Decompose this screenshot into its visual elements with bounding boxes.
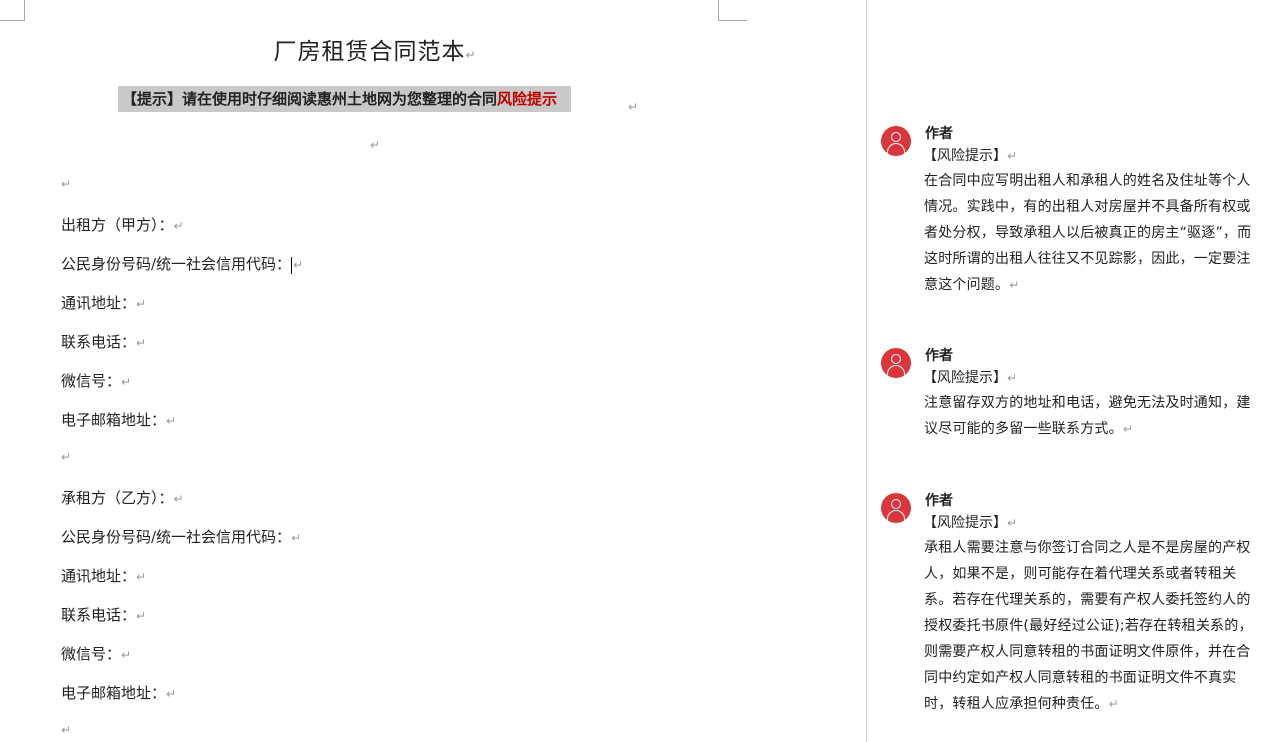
party-a-heading[interactable]: 出租方（甲方）：↵	[61, 214, 184, 235]
paragraph-mark: ↵	[628, 100, 639, 114]
notice-banner[interactable]: 【提示】请在使用时仔细阅读惠州土地网为您整理的合同风险提示	[118, 86, 572, 112]
text-cursor	[291, 256, 293, 274]
comments-pane: 作者 【风险提示】↵ 在合同中应写明出租人和承租人的姓名及住址等个人情况。实践中…	[866, 0, 1267, 742]
comment-body: 承租人需要注意与你签订合同之人是不是房屋的产权人，如果不是，则可能存在着代理关系…	[924, 540, 1253, 712]
party-b-email-field[interactable]: 电子邮箱地址：↵	[61, 682, 176, 703]
comment-tag: 【风险提示】↵	[923, 370, 1018, 386]
party-b-heading[interactable]: 承租方（乙方）：↵	[61, 487, 184, 508]
party-a-address-field[interactable]: 通讯地址：↵	[61, 292, 146, 313]
paragraph-mark: ↵	[61, 177, 72, 191]
party-a-email-field[interactable]: 电子邮箱地址：↵	[61, 409, 176, 430]
page-corner-mark-left	[0, 0, 25, 21]
comment-author: 作者	[925, 493, 953, 509]
party-b-wechat-field[interactable]: 微信号：↵	[61, 643, 131, 664]
party-a-id-code-field[interactable]: 公民身份号码/统一社会信用代码： ↵	[61, 253, 303, 274]
paragraph-mark: ↵	[370, 138, 381, 152]
comment-tag: 【风险提示】↵	[923, 515, 1018, 531]
user-avatar-icon	[881, 493, 911, 523]
party-a-wechat-field[interactable]: 微信号：↵	[61, 370, 131, 391]
party-a-phone-field[interactable]: 联系电话：↵	[61, 331, 146, 352]
party-b-address-field[interactable]: 通讯地址：↵	[61, 565, 146, 586]
party-b-id-code-field[interactable]: 公民身份号码/统一社会信用代码：↵	[61, 526, 301, 547]
paragraph-mark: ↵	[61, 723, 72, 737]
document-page[interactable]: 厂房租赁合同范本↵ 【提示】请在使用时仔细阅读惠州土地网为您整理的合同风险提示 …	[0, 0, 866, 742]
page-corner-mark-right	[718, 0, 747, 21]
user-avatar-icon	[881, 126, 911, 156]
user-avatar-icon	[881, 348, 911, 378]
comment-body: 在合同中应写明出租人和承租人的姓名及住址等个人情况。实践中，有的出租人对房屋并不…	[924, 173, 1252, 293]
comment-author: 作者	[925, 348, 953, 364]
comment-body: 注意留存双方的地址和电话，避免无法及时通知，建议尽可能的多留一些联系方式。↵	[924, 395, 1251, 437]
notice-text: 【提示】请在使用时仔细阅读惠州土地网为您整理的合同	[122, 90, 498, 108]
comment-author: 作者	[925, 126, 953, 142]
paragraph-mark: ↵	[61, 450, 72, 464]
notice-highlight-text: 风险提示	[497, 90, 558, 108]
document-title[interactable]: 厂房租赁合同范本↵	[0, 32, 750, 66]
comment-tag: 【风险提示】↵	[923, 148, 1018, 164]
party-b-phone-field[interactable]: 联系电话：↵	[61, 604, 146, 625]
